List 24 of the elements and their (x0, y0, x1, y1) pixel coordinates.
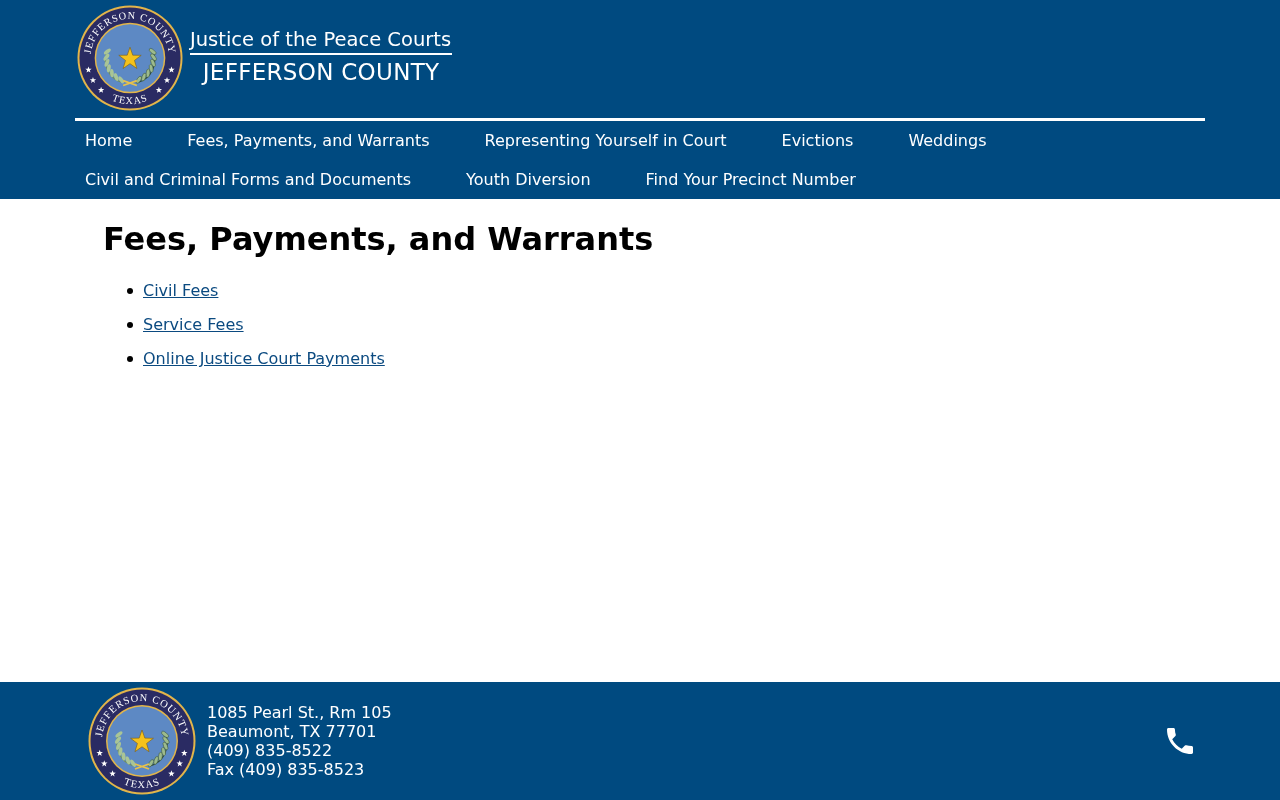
bullet-icon (127, 356, 133, 362)
address-line: (409) 835-8522 (207, 741, 334, 760)
site-title: Justice of the Peace Courts (190, 27, 453, 55)
page-link[interactable]: Service Fees (143, 313, 244, 337)
nav-link[interactable]: Find Your Precinct Number (635, 160, 866, 199)
nav-link[interactable]: Youth Diversion (456, 160, 601, 199)
seal-text: TEXAS (122, 775, 162, 790)
address-line: 1085 Pearl St., Rm 105 (207, 703, 392, 722)
nav-link[interactable]: Fees, Payments, and Warrants (177, 121, 440, 160)
nav-link[interactable]: Representing Yourself in Court (474, 121, 737, 160)
bullet-icon (127, 322, 133, 328)
address-line: Fax (409) 835-8523 (207, 760, 366, 779)
page-link[interactable]: Online Justice Court Payments (143, 347, 385, 371)
phone-icon[interactable] (1167, 728, 1193, 754)
nav-link[interactable]: Evictions (771, 121, 864, 160)
seal-text: TEXAS (110, 91, 150, 107)
nav-link[interactable]: Weddings (898, 121, 997, 160)
site-subtitle: JEFFERSON COUNTY (202, 58, 440, 87)
bullet-icon (127, 288, 133, 294)
page-heading: Fees, Payments, and Warrants (103, 220, 655, 258)
nav-link[interactable]: Home (75, 121, 143, 160)
nav-link[interactable]: Civil and Criminal Forms and Documents (75, 160, 422, 199)
page-link[interactable]: Civil Fees (143, 279, 219, 303)
address-line: Beaumont, TX 77701 (207, 722, 378, 741)
